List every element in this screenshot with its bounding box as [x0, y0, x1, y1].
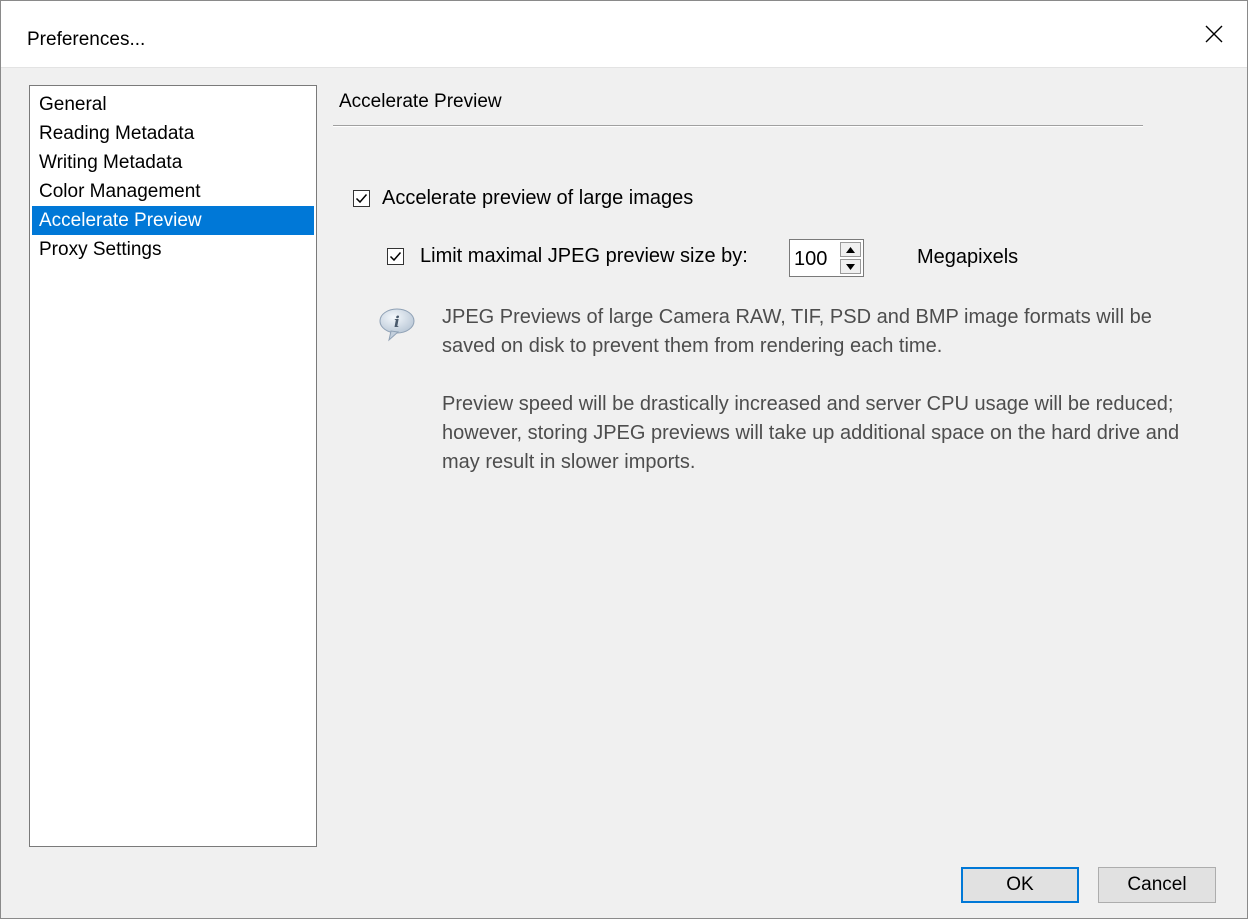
info-message: JPEG Previews of large Camera RAW, TIF, …	[442, 303, 1182, 477]
cancel-button[interactable]: Cancel	[1098, 867, 1216, 903]
preferences-dialog: Preferences... General Reading Metadata …	[0, 0, 1248, 919]
arrow-up-icon	[846, 246, 855, 253]
megapixels-value[interactable]: 100	[794, 246, 827, 272]
svg-text:i: i	[394, 313, 400, 331]
accelerate-preview-label[interactable]: Accelerate preview of large images	[382, 185, 693, 211]
checkmark-icon	[355, 193, 368, 203]
accelerate-preview-option[interactable]: Accelerate preview of large images	[353, 185, 693, 211]
megapixels-unit-label: Megapixels	[917, 246, 1019, 268]
info-icon: i	[379, 308, 415, 342]
decrement-button[interactable]	[840, 259, 861, 274]
nav-item-color-management[interactable]: Color Management	[32, 177, 314, 206]
arrow-down-icon	[846, 263, 855, 270]
nav-item-reading-metadata[interactable]: Reading Metadata	[32, 119, 314, 148]
close-icon	[1205, 25, 1223, 43]
info-paragraph-2: Preview speed will be drastically increa…	[442, 393, 1180, 473]
section-divider	[333, 125, 1143, 127]
checkmark-icon	[389, 251, 402, 261]
nav-item-accelerate-preview[interactable]: Accelerate Preview	[32, 206, 314, 235]
megapixels-stepper[interactable]: 100	[789, 239, 864, 277]
nav-item-writing-metadata[interactable]: Writing Metadata	[32, 148, 314, 177]
limit-preview-size-label[interactable]: Limit maximal JPEG preview size by:	[420, 243, 748, 269]
window-title: Preferences...	[27, 29, 146, 50]
limit-preview-size-checkbox[interactable]	[387, 247, 404, 265]
increment-button[interactable]	[840, 242, 861, 257]
category-list[interactable]: General Reading Metadata Writing Metadat…	[29, 85, 317, 847]
accelerate-preview-checkbox[interactable]	[353, 189, 370, 207]
close-button[interactable]	[1181, 1, 1247, 67]
nav-item-proxy-settings[interactable]: Proxy Settings	[32, 235, 314, 264]
section-title: Accelerate Preview	[339, 91, 502, 112]
limit-preview-size-option[interactable]: Limit maximal JPEG preview size by:	[387, 243, 748, 269]
info-paragraph-1: JPEG Previews of large Camera RAW, TIF, …	[442, 306, 1152, 357]
ok-button[interactable]: OK	[961, 867, 1079, 903]
nav-item-general[interactable]: General	[32, 90, 314, 119]
title-bar: Preferences...	[1, 1, 1247, 68]
